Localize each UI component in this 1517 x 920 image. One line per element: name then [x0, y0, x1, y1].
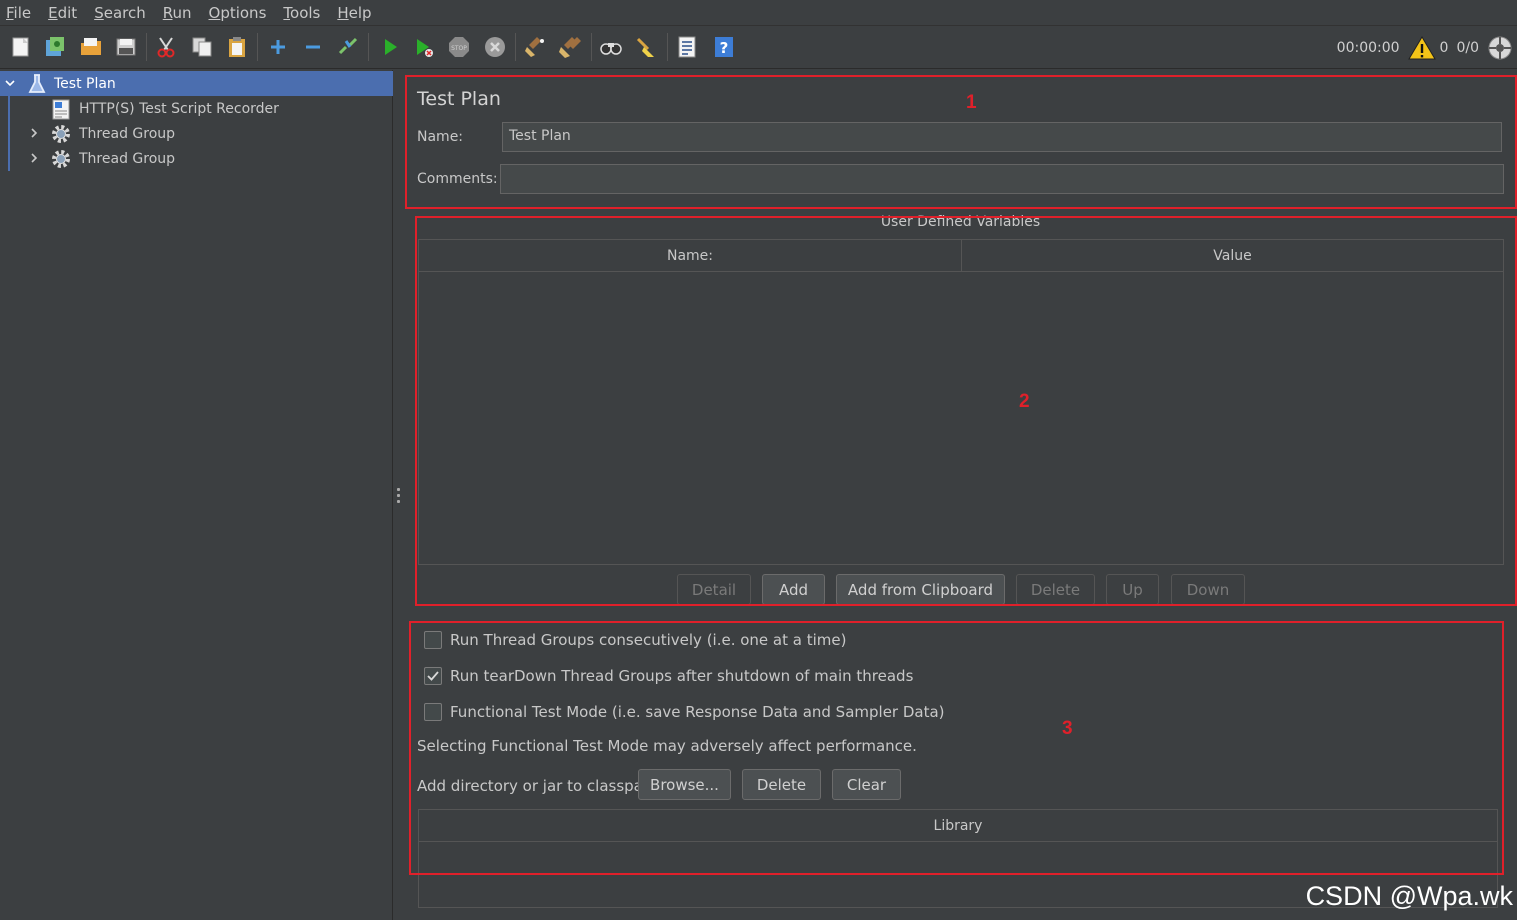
svg-text:STOP: STOP	[451, 45, 467, 52]
shutdown-icon[interactable]	[482, 34, 508, 60]
start-no-pause-icon[interactable]	[411, 34, 437, 60]
classpath-label: Add directory or jar to classpath	[417, 777, 659, 795]
active-threads: 0/0	[1456, 40, 1479, 56]
browse-button[interactable]: Browse...	[638, 769, 731, 800]
udv-column-name[interactable]: Name:	[419, 240, 962, 271]
cut-icon[interactable]	[153, 34, 179, 60]
save-icon[interactable]	[113, 34, 139, 60]
up-button[interactable]: Up	[1106, 574, 1159, 605]
clear-icon[interactable]	[522, 34, 548, 60]
annotation-label-1: 1	[966, 92, 977, 113]
tree-item-thread-group-2[interactable]: Thread Group	[0, 146, 393, 171]
udv-column-value[interactable]: Value	[962, 240, 1503, 271]
comments-label: Comments:	[417, 171, 498, 187]
menu-file[interactable]: File	[4, 4, 33, 22]
menu-edit[interactable]: Edit	[46, 4, 79, 22]
tree-item-thread-group-1[interactable]: Thread Group	[0, 121, 393, 146]
collapse-icon[interactable]	[300, 34, 326, 60]
udv-title: User Defined Variables	[880, 214, 1041, 230]
toggle-icon[interactable]	[335, 34, 361, 60]
gear-icon	[52, 150, 70, 168]
delete-classpath-button[interactable]: Delete	[742, 769, 821, 800]
menu-help[interactable]: Help	[335, 4, 373, 22]
reset-search-icon[interactable]	[633, 34, 659, 60]
tree-item-test-plan[interactable]: Test Plan	[0, 71, 393, 96]
remote-engines-icon[interactable]	[1487, 35, 1513, 61]
search-icon[interactable]	[598, 34, 624, 60]
menu-options[interactable]: Options	[207, 4, 269, 22]
functional-mode-note: Selecting Functional Test Mode may adver…	[417, 737, 917, 755]
status-area: 00:00:00 0 0/0	[1337, 34, 1517, 62]
add-from-clipboard-button[interactable]: Add from Clipboard	[836, 574, 1005, 605]
menu-bar: File Edit Search Run Options Tools Help	[0, 0, 1517, 26]
run-teardown-option[interactable]: Run tearDown Thread Groups after shutdow…	[424, 665, 913, 687]
annotation-label-3: 3	[1062, 718, 1073, 739]
detail-button[interactable]: Detail	[677, 574, 751, 605]
warning-icon[interactable]	[1407, 35, 1436, 61]
name-label: Name:	[417, 129, 464, 145]
menu-search[interactable]: Search	[92, 4, 148, 22]
menu-tools[interactable]: Tools	[281, 4, 322, 22]
recorder-icon	[52, 99, 70, 120]
library-column[interactable]: Library	[419, 810, 1497, 841]
warning-count: 0	[1439, 40, 1449, 56]
functional-mode-option[interactable]: Functional Test Mode (i.e. save Response…	[424, 701, 945, 723]
expand-icon[interactable]	[265, 34, 291, 60]
checkmark-icon	[427, 671, 439, 681]
templates-icon[interactable]	[42, 34, 68, 60]
page-title: Test Plan	[417, 88, 501, 110]
functional-mode-checkbox[interactable]	[424, 703, 442, 721]
toolbar: STOP ? 00:00:00 0 0/0	[0, 27, 1517, 69]
function-helper-icon[interactable]	[674, 34, 700, 60]
clear-classpath-button[interactable]: Clear	[832, 769, 901, 800]
library-table-header: Library	[418, 809, 1498, 842]
run-consecutively-option[interactable]: Run Thread Groups consecutively (i.e. on…	[424, 629, 846, 651]
name-field[interactable]: Test Plan	[502, 122, 1502, 152]
chevron-right-icon[interactable]	[28, 127, 40, 139]
new-icon[interactable]	[8, 34, 34, 60]
delete-variable-button[interactable]: Delete	[1016, 574, 1095, 605]
udv-table-body[interactable]	[418, 272, 1504, 565]
paste-icon[interactable]	[224, 34, 250, 60]
run-teardown-checkbox[interactable]	[424, 667, 442, 685]
add-button[interactable]: Add	[762, 574, 825, 605]
open-icon[interactable]	[78, 34, 104, 60]
start-icon[interactable]	[377, 34, 403, 60]
udv-table-header: Name: Value	[418, 239, 1504, 272]
annotation-label-2: 2	[1019, 391, 1030, 412]
flask-icon	[28, 74, 46, 93]
split-pane-divider[interactable]	[394, 70, 404, 920]
help-icon[interactable]: ?	[711, 34, 737, 60]
chevron-right-icon[interactable]	[28, 152, 40, 164]
comments-field[interactable]	[500, 164, 1504, 194]
elapsed-timer: 00:00:00	[1336, 40, 1400, 56]
run-consecutively-checkbox[interactable]	[424, 631, 442, 649]
clear-all-icon[interactable]	[557, 34, 583, 60]
gear-icon	[52, 125, 70, 143]
tree-item-recorder[interactable]: HTTP(S) Test Script Recorder	[0, 96, 393, 121]
stop-icon[interactable]: STOP	[446, 34, 472, 60]
test-tree: Test Plan HTTP(S) Test Script Recorder T…	[0, 70, 393, 920]
watermark: CSDN @Wpa.wk	[1305, 881, 1513, 911]
down-button[interactable]: Down	[1171, 574, 1245, 605]
copy-icon[interactable]	[189, 34, 215, 60]
chevron-down-icon[interactable]	[4, 77, 16, 89]
svg-text:?: ?	[720, 39, 729, 57]
menu-run[interactable]: Run	[161, 4, 194, 22]
